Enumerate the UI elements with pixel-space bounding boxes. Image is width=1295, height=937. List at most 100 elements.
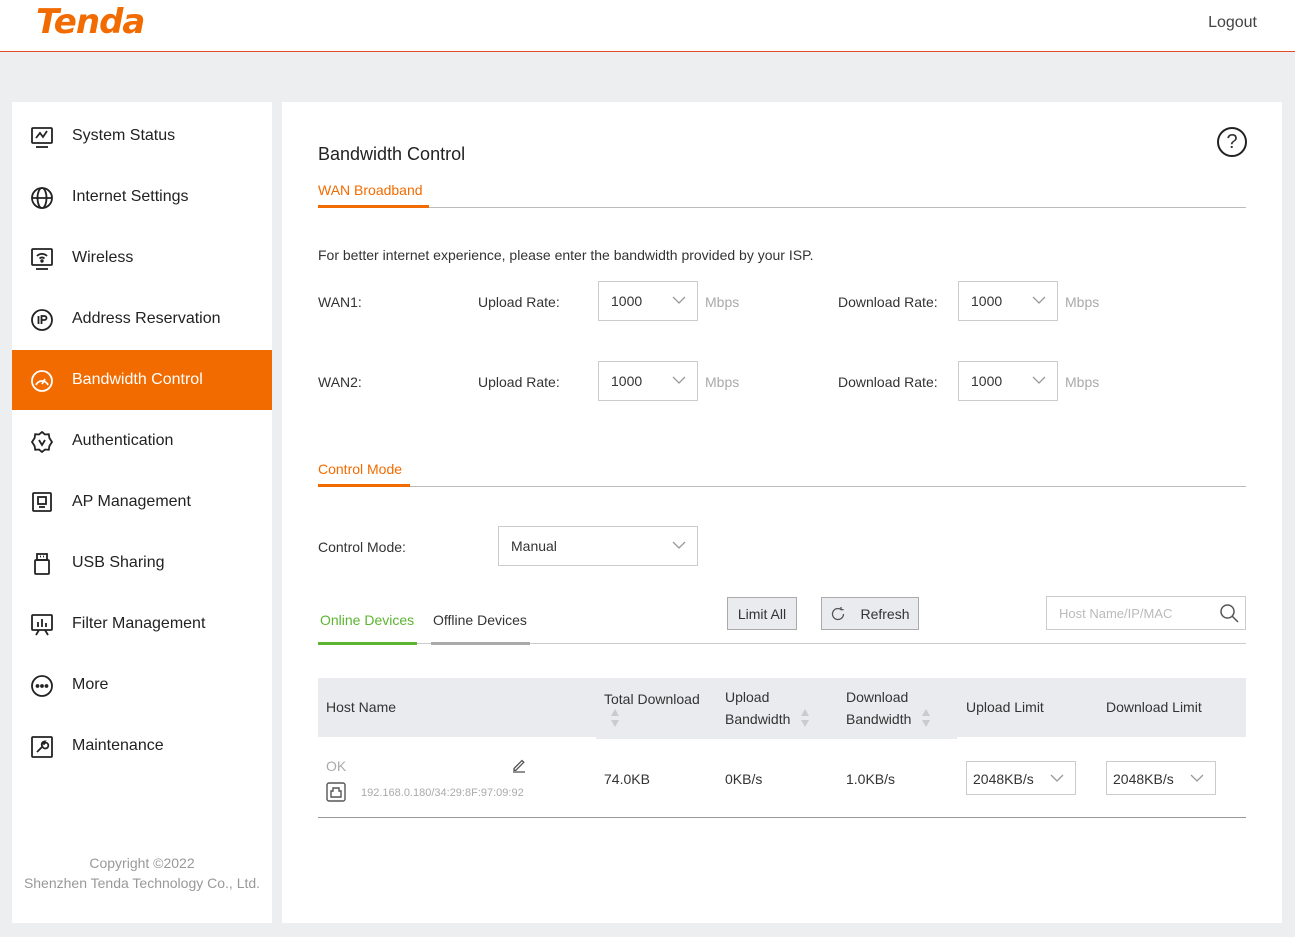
wan1-download-select[interactable]: 1000: [958, 281, 1058, 321]
sort-icon[interactable]: [800, 708, 810, 728]
logout-link[interactable]: Logout: [1208, 14, 1257, 32]
wan1-label: WAN1:: [318, 294, 362, 310]
select-value: 2048KB/s: [973, 771, 1034, 787]
sidebar-item-label: Bandwidth Control: [72, 371, 203, 388]
sidebar-item-wireless[interactable]: Wireless: [12, 228, 272, 288]
select-value: Manual: [511, 538, 557, 554]
filter-screen-icon: [30, 613, 54, 637]
tenda-logo: Tenda: [36, 2, 145, 42]
upload-rate-label: Upload Rate:: [478, 374, 560, 390]
bandwidth-description: For better internet experience, please e…: [318, 247, 814, 263]
sidebar-item-label: System Status: [72, 127, 176, 144]
sidebar-item-maintenance[interactable]: Maintenance: [12, 716, 272, 776]
tab-wan-broadband[interactable]: WAN Broadband: [318, 182, 423, 198]
host-name-value: OK: [326, 758, 347, 774]
wan2-download-select[interactable]: 1000: [958, 361, 1058, 401]
chevron-down-icon: [672, 376, 686, 384]
sort-icon[interactable]: [610, 708, 620, 728]
more-icon: [30, 674, 54, 698]
sidebar-item-label: Address Reservation: [72, 310, 221, 327]
refresh-button[interactable]: Refresh: [821, 597, 919, 630]
unit-label: Mbps: [705, 374, 740, 390]
col-upload-limit: Upload Limit: [966, 699, 1044, 715]
main-panel: ? Bandwidth Control WAN Broadband For be…: [282, 102, 1282, 923]
sidebar-item-label: Maintenance: [72, 737, 164, 754]
unit-label: Mbps: [705, 294, 740, 310]
access-point-icon: [30, 491, 54, 515]
search-box: [1046, 596, 1246, 630]
control-mode-select[interactable]: Manual: [498, 526, 698, 566]
download-limit-select[interactable]: 2048KB/s: [1106, 761, 1216, 795]
sidebar-item-label: AP Management: [72, 493, 191, 510]
badge-check-icon: [30, 430, 54, 454]
edit-pencil-icon[interactable]: [511, 757, 527, 773]
col-upload-bandwidth-line1: Upload: [725, 689, 770, 705]
select-value: 1000: [971, 293, 1003, 309]
sort-icon[interactable]: [921, 708, 931, 728]
chevron-down-icon: [1050, 774, 1064, 782]
sidebar-item-more[interactable]: More: [12, 655, 272, 715]
wan2-upload-select[interactable]: 1000: [598, 361, 698, 401]
unit-label: Mbps: [1065, 374, 1100, 390]
select-value: 1000: [971, 373, 1003, 389]
tab-control-mode[interactable]: Control Mode: [318, 461, 402, 477]
usb-icon: [30, 552, 54, 576]
sidebar-item-usb-sharing[interactable]: USB Sharing: [12, 533, 272, 593]
total-download-value: 74.0KB: [604, 771, 650, 787]
tab-online-devices[interactable]: Online Devices: [320, 612, 414, 628]
offline-tab-underline: [431, 642, 530, 645]
gauge-icon: [30, 369, 54, 393]
chevron-down-icon: [1032, 296, 1046, 304]
company-line: Shenzhen Tenda Technology Co., Ltd.: [23, 875, 261, 891]
col-download-limit: Download Limit: [1106, 699, 1202, 715]
header-bottom-strip: [596, 737, 957, 739]
chevron-down-icon: [672, 296, 686, 304]
control-mode-label: Control Mode:: [318, 539, 406, 555]
section-divider: [318, 486, 1246, 487]
host-address: 192.168.0.180/34:29:8F:97:09:92: [361, 787, 524, 799]
col-host-name: Host Name: [326, 699, 397, 715]
monitor-chart-icon: [30, 125, 54, 149]
refresh-icon: [832, 606, 845, 620]
copyright-line: Copyright ©2022: [89, 855, 195, 871]
globe-icon: [30, 186, 54, 210]
sidebar-item-label: More: [72, 676, 109, 693]
sidebar-item-ap-management[interactable]: AP Management: [12, 472, 272, 532]
refresh-label: Refresh: [860, 605, 910, 622]
row-divider: [318, 817, 1246, 818]
limit-all-button[interactable]: Limit All: [727, 597, 797, 630]
wan2-label: WAN2:: [318, 374, 362, 390]
col-download-bandwidth-line2: Bandwidth: [846, 711, 912, 727]
section-divider: [318, 207, 1246, 208]
sidebar-item-address-reservation[interactable]: Address Reservation: [12, 289, 272, 349]
help-icon[interactable]: ?: [1217, 127, 1247, 157]
download-rate-label: Download Rate:: [838, 374, 938, 390]
col-upload-bandwidth-line2: Bandwidth: [725, 711, 791, 727]
chevron-down-icon: [1032, 376, 1046, 384]
sidebar-item-label: USB Sharing: [72, 554, 165, 571]
wrench-icon: [30, 735, 54, 759]
tab-underline: [318, 205, 429, 208]
upload-limit-select[interactable]: 2048KB/s: [966, 761, 1076, 795]
select-value: 1000: [611, 293, 643, 309]
download-bandwidth-value: 1.0KB/s: [846, 771, 896, 787]
sidebar-item-authentication[interactable]: Authentication: [12, 411, 272, 471]
tab-underline: [318, 484, 410, 487]
unit-label: Mbps: [1065, 294, 1100, 310]
top-bar: Tenda Logout: [0, 0, 1295, 52]
search-icon[interactable]: [1219, 603, 1239, 623]
sidebar-item-filter-management[interactable]: Filter Management: [12, 594, 272, 654]
chevron-down-icon: [672, 541, 686, 549]
search-input[interactable]: [1048, 598, 1208, 628]
wan1-upload-select[interactable]: 1000: [598, 281, 698, 321]
select-value: 2048KB/s: [1113, 771, 1174, 787]
sidebar-item-bandwidth-control[interactable]: Bandwidth Control: [12, 350, 272, 410]
sidebar-item-label: Wireless: [72, 249, 134, 266]
sidebar-item-system-status[interactable]: System Status: [12, 106, 272, 166]
sidebar-item-internet-settings[interactable]: Internet Settings: [12, 167, 272, 227]
ethernet-port-icon: [326, 782, 346, 802]
tab-offline-devices[interactable]: Offline Devices: [433, 612, 527, 628]
device-table-header: Host Name Total Download Upload Bandwidt…: [318, 678, 1246, 737]
select-value: 1000: [611, 373, 643, 389]
sidebar-item-label: Internet Settings: [72, 188, 189, 205]
